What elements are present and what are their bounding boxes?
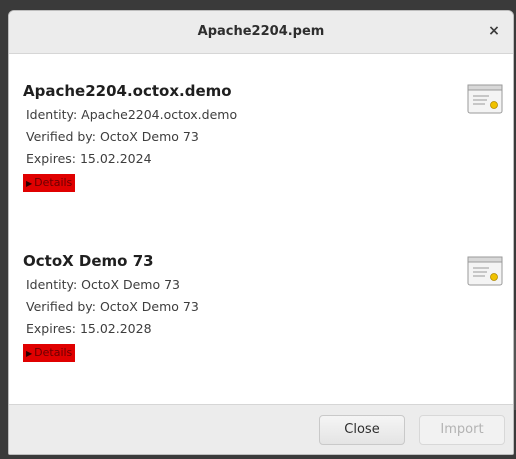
- details-expander[interactable]: ▶ Details: [23, 344, 76, 362]
- details-expander[interactable]: ▶ Details: [23, 174, 76, 192]
- close-icon[interactable]: ×: [485, 22, 503, 40]
- certificate-entry: OctoX Demo 73 Identity: OctoX Demo 73 Ve…: [23, 252, 493, 362]
- certificate-name: Apache2204.octox.demo: [23, 82, 232, 100]
- certificate-entry: Apache2204.octox.demo Identity: Apache22…: [23, 82, 493, 192]
- certificate-name: OctoX Demo 73: [23, 252, 154, 270]
- window-title: Apache2204.pem: [197, 24, 325, 39]
- certificate-identity: Identity: OctoX Demo 73: [26, 277, 180, 292]
- close-button[interactable]: Close: [319, 415, 405, 445]
- certificate-dialog: Apache2204.pem × Apache2204.octox.demo I…: [8, 10, 514, 455]
- certificate-icon: [467, 84, 503, 114]
- expander-arrow-icon: ▶: [26, 179, 33, 188]
- screen-background: Apache2204.pem × Apache2204.octox.demo I…: [0, 0, 516, 459]
- certificate-icon: [467, 256, 503, 286]
- titlebar: Apache2204.pem ×: [9, 11, 513, 54]
- expander-arrow-icon: ▶: [26, 349, 33, 358]
- certificate-list: Apache2204.octox.demo Identity: Apache22…: [9, 54, 513, 406]
- certificate-verified-by: Verified by: OctoX Demo 73: [26, 299, 199, 314]
- import-button[interactable]: Import: [419, 415, 505, 445]
- certificate-expires: Expires: 15.02.2028: [26, 321, 152, 336]
- certificate-verified-by: Verified by: OctoX Demo 73: [26, 129, 199, 144]
- certificate-identity: Identity: Apache2204.octox.demo: [26, 107, 238, 122]
- details-label: Details: [34, 176, 73, 189]
- details-label: Details: [34, 346, 73, 359]
- certificate-expires: Expires: 15.02.2024: [26, 151, 152, 166]
- dialog-footer: Close Import: [9, 404, 513, 454]
